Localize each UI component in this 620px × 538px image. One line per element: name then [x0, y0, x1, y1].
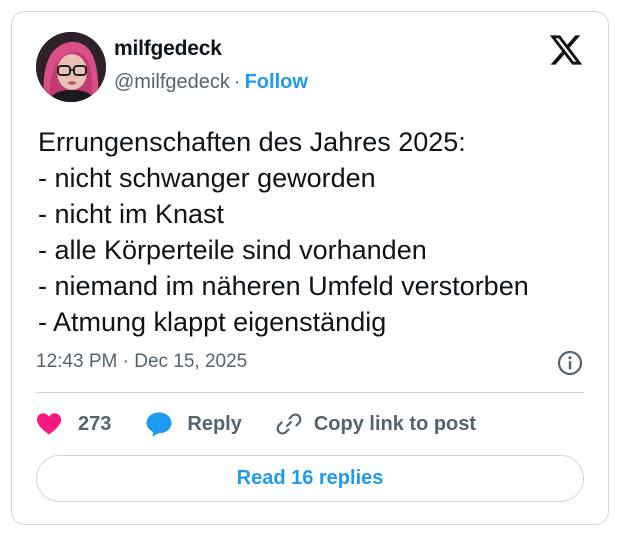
tweet-time: 12:43 PM — [36, 351, 118, 372]
heart-icon — [37, 413, 61, 435]
author-name[interactable]: milfgedeck — [114, 36, 222, 62]
avatar[interactable] — [36, 32, 106, 102]
info-icon[interactable] — [556, 349, 584, 377]
speech-bubble-icon — [146, 412, 172, 437]
tweet-line: Errungenschaften des Jahres 2025: — [38, 127, 466, 157]
tweet-line: - niemand im näheren Umfeld verstorben — [38, 271, 529, 301]
timestamp-separator: · — [122, 351, 129, 372]
tweet-line: - nicht schwanger geworden — [38, 163, 376, 193]
tweet-line: - Atmung klappt eigenständig — [38, 307, 387, 337]
link-icon — [276, 413, 302, 435]
action-bar: 273 Reply Copy link to post — [36, 409, 476, 439]
like-button[interactable]: 273 — [36, 412, 111, 436]
divider — [36, 392, 584, 393]
tweet-text: Errungenschaften des Jahres 2025: - nich… — [38, 124, 598, 340]
tweet-line: - alle Körperteile sind vorhanden — [38, 235, 427, 265]
copy-link-label: Copy link to post — [313, 412, 477, 435]
follow-button[interactable]: Follow — [245, 71, 308, 93]
copy-link-button[interactable]: Copy link to post — [276, 411, 476, 437]
tweet-card: milfgedeck @milfgedeck · Follow Errungensc… — [11, 11, 609, 525]
author-handle-row: @milfgedeck · Follow — [114, 69, 308, 95]
tweet-timestamp[interactable]: 12:43 PM · Dec 15, 2025 — [36, 350, 247, 374]
avatar-image — [36, 32, 106, 102]
tweet-line: - nicht im Knast — [38, 199, 225, 229]
reply-label: Reply — [187, 412, 242, 435]
like-count: 273 — [78, 412, 112, 435]
reply-button[interactable]: Reply — [145, 411, 242, 437]
author-handle[interactable]: @milfgedeck — [114, 71, 230, 93]
handle-separator: · — [233, 71, 241, 93]
read-replies-button[interactable]: Read 16 replies — [36, 455, 584, 502]
tweet-date: Dec 15, 2025 — [134, 351, 248, 372]
x-logo-icon[interactable] — [548, 32, 584, 68]
